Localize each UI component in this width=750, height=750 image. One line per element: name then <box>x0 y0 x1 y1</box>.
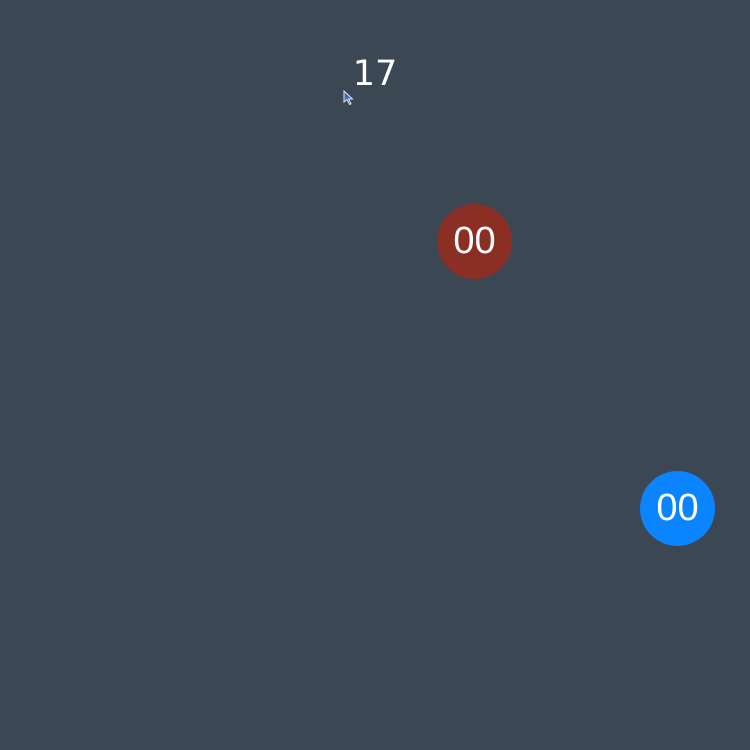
mouse-pointer-icon <box>343 89 355 106</box>
red-target-label: 00 <box>453 220 496 262</box>
blue-target-label: 00 <box>656 487 699 529</box>
red-target-circle[interactable]: 00 <box>437 204 512 279</box>
blue-target-circle[interactable]: 00 <box>640 471 715 546</box>
